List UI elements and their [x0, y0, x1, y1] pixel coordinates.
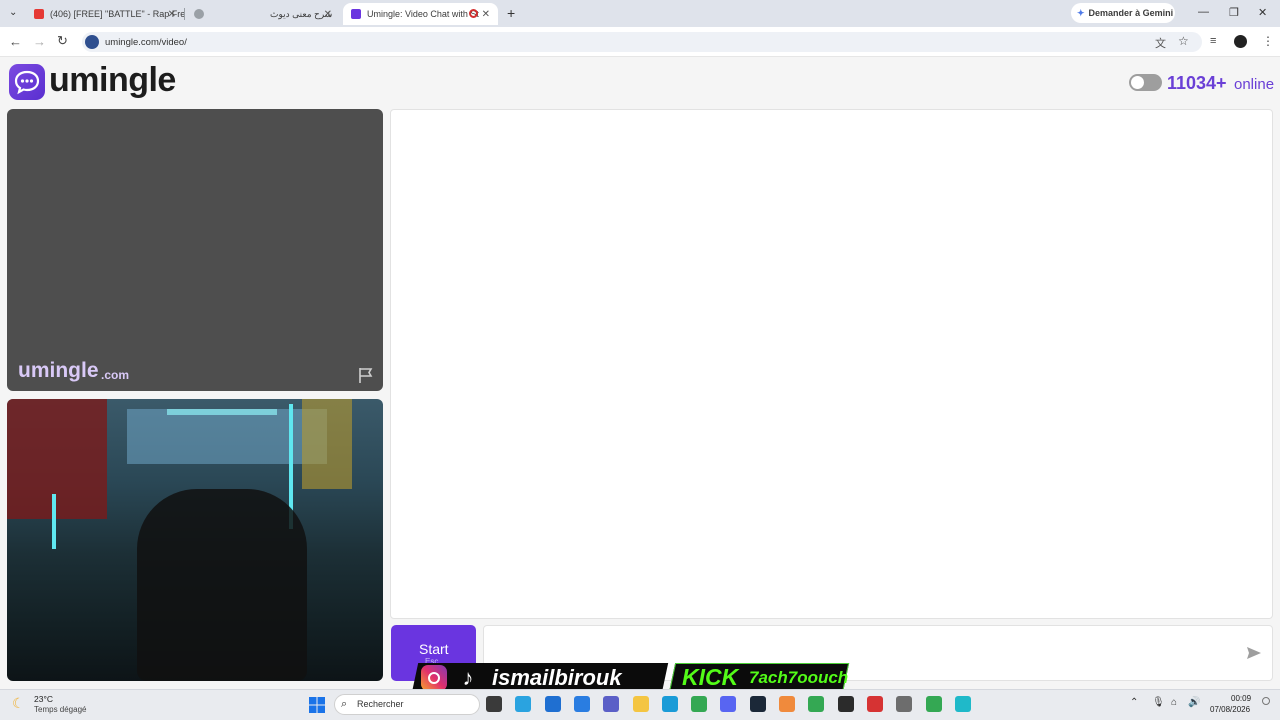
settings-icon[interactable]	[896, 696, 912, 712]
media-control-icon[interactable]: ≡	[1210, 35, 1216, 47]
umingle-icon	[351, 9, 361, 19]
app-teal-icon[interactable]	[955, 696, 971, 712]
video-watermark-suffix: .com	[101, 368, 130, 382]
gemini-button[interactable]: ✦ Demander à Gemini	[1071, 3, 1175, 23]
video-watermark: umingle	[18, 359, 99, 382]
stranger-video	[7, 109, 383, 391]
store-icon[interactable]	[545, 696, 561, 712]
discord-icon[interactable]	[720, 696, 736, 712]
umingle-logo-icon[interactable]	[9, 64, 45, 100]
site-info-icon[interactable]	[85, 35, 99, 49]
menu-icon[interactable]: ⋮	[1262, 34, 1274, 48]
notification-icon[interactable]	[1262, 697, 1270, 705]
start-label: Start	[419, 641, 449, 657]
self-video	[7, 399, 383, 681]
tab-title: (406) [FREE] "BATTLE" - Rap Fre	[50, 9, 184, 19]
online-label: online	[1234, 76, 1275, 93]
weather-desc[interactable]: Temps dégagé	[34, 705, 86, 714]
video-scene	[302, 399, 352, 489]
app-red-icon[interactable]	[867, 696, 883, 712]
online-count: 11034+	[1167, 73, 1227, 93]
tab-youtube[interactable]: (406) [FREE] "BATTLE" - Rap Fre ✕	[26, 3, 184, 25]
close-icon[interactable]: ✕	[482, 9, 490, 20]
recording-icon	[469, 9, 478, 18]
tab-list-icon[interactable]: ⌄	[9, 7, 17, 18]
chat-panel	[390, 109, 1273, 619]
search-label: Rechercher	[357, 699, 404, 709]
file-manager-icon[interactable]	[486, 696, 502, 712]
explorer-icon[interactable]	[633, 696, 649, 712]
video-scene	[167, 409, 277, 415]
report-flag-icon[interactable]	[357, 366, 375, 384]
app-orange-icon[interactable]	[779, 696, 795, 712]
video-scene	[137, 489, 307, 681]
weather-temp[interactable]: 23°C	[34, 694, 53, 704]
kick-username: 7ach7oouch	[749, 668, 849, 687]
taskbar-search[interactable]	[334, 694, 480, 715]
microphone-icon[interactable]: 🎙	[1152, 697, 1165, 708]
overlay-username: ismailbirouk	[492, 665, 622, 690]
volume-icon[interactable]: 🔊	[1188, 697, 1200, 708]
logo-text[interactable]: umingle	[49, 61, 176, 100]
sparkle-icon: ✦	[1077, 7, 1085, 18]
new-tab-button[interactable]: +	[507, 5, 515, 21]
chrome-2-icon[interactable]	[808, 696, 824, 712]
kick-label: KICK	[682, 664, 739, 690]
address-bar[interactable]	[82, 32, 1202, 52]
youtube-icon	[34, 9, 44, 19]
chrome-icon[interactable]	[691, 696, 707, 712]
search-icon: ⌕	[341, 698, 348, 710]
mail-icon[interactable]	[574, 696, 590, 712]
telegram-icon[interactable]	[515, 696, 531, 712]
terminal-icon[interactable]	[838, 696, 854, 712]
back-icon[interactable]: ←	[9, 34, 22, 49]
close-icon[interactable]: ✕	[324, 9, 332, 20]
url-text[interactable]: umingle.com/video/	[105, 37, 187, 48]
translate-icon[interactable]: 文	[1155, 35, 1166, 51]
gemini-label: Demander à Gemini	[1088, 8, 1174, 18]
tab-umingle[interactable]: Umingle: Video Chat with St ✕	[343, 3, 498, 25]
minimize-icon[interactable]: —	[1198, 6, 1209, 18]
instagram-icon	[421, 665, 447, 691]
close-icon[interactable]: ✕	[168, 9, 176, 20]
windows-start-icon[interactable]	[309, 697, 325, 713]
chevron-up-icon[interactable]: ⌃	[1130, 697, 1138, 708]
forward-icon[interactable]: →	[33, 34, 46, 49]
clock-time[interactable]: 00:09	[1231, 694, 1251, 703]
video-scene	[52, 494, 56, 549]
moon-icon[interactable]: ☾	[12, 695, 25, 712]
tab-search[interactable]: شرح معنى ديوث ✕	[186, 3, 340, 25]
reload-icon[interactable]: ↻	[57, 33, 68, 49]
profile-avatar[interactable]	[1234, 35, 1247, 48]
send-icon[interactable]	[1245, 644, 1263, 662]
close-window-icon[interactable]: ✕	[1258, 6, 1267, 19]
tiktok-icon: ♪	[462, 665, 474, 690]
globe-icon	[194, 9, 204, 19]
steam-icon[interactable]	[750, 696, 766, 712]
tab-title: Umingle: Video Chat with St	[367, 9, 479, 19]
video-scene	[7, 399, 107, 519]
teams-icon[interactable]	[603, 696, 619, 712]
network-icon[interactable]: ⌂	[1171, 697, 1177, 708]
maximize-icon[interactable]: ❐	[1229, 6, 1239, 19]
clock-date[interactable]: 07/08/2026	[1210, 705, 1250, 714]
edge-icon[interactable]	[662, 696, 678, 712]
chrome-active-icon[interactable]	[926, 696, 942, 712]
toggle-knob	[1131, 76, 1144, 89]
video-scene	[127, 409, 327, 464]
bookmark-star-icon[interactable]: ☆	[1178, 34, 1189, 48]
